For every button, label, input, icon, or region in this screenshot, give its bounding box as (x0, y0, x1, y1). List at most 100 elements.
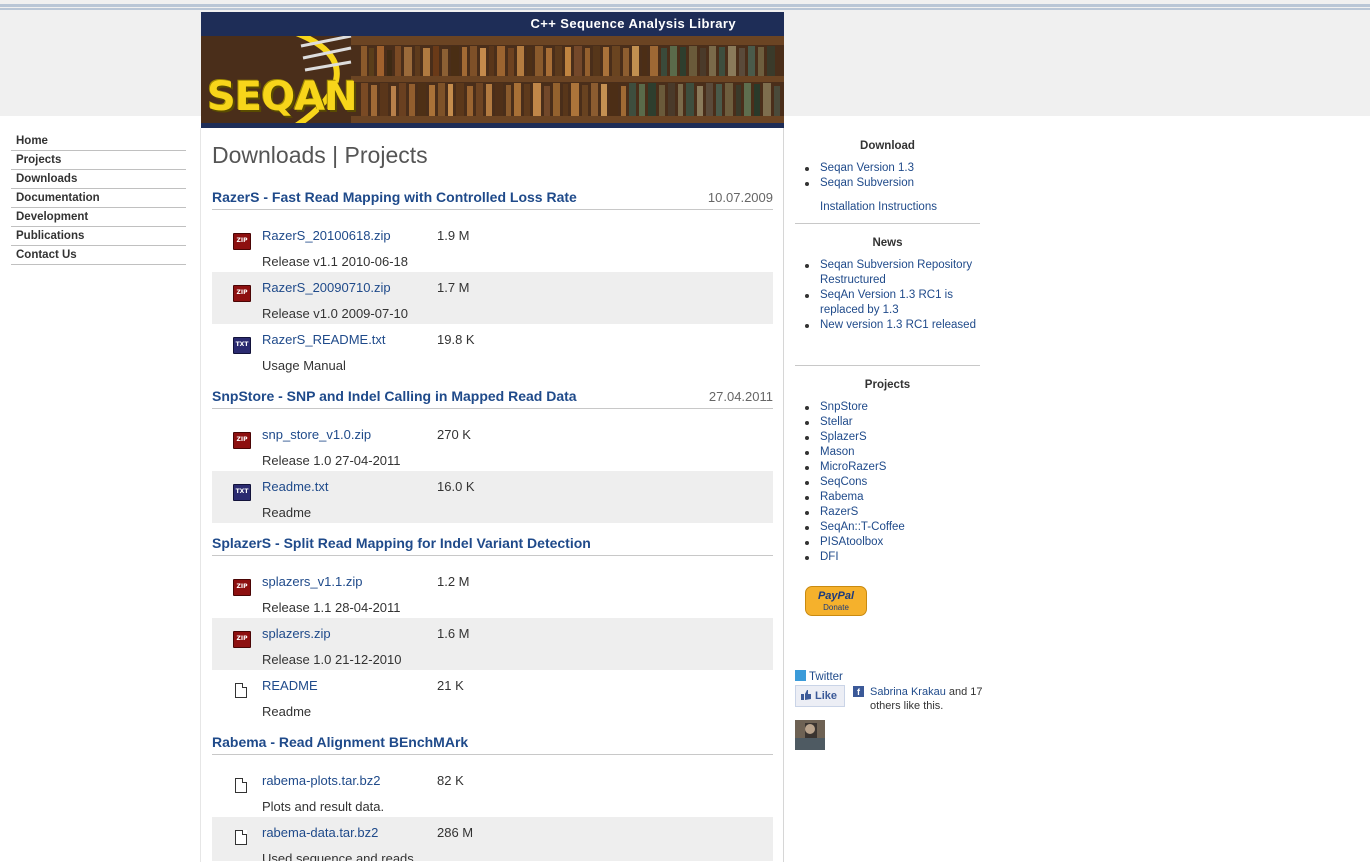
twitter-link[interactable]: Twitter (795, 670, 843, 683)
news-link[interactable]: SeqAn Version 1.3 RC1 is replaced by 1.3 (795, 288, 980, 318)
file-link[interactable]: snp_store_v1.0.zip (262, 427, 371, 442)
sidebar-divider (795, 365, 980, 366)
twitter-label: Twitter (809, 671, 843, 683)
section-header: Rabema - Read Alignment BEnchMArk (212, 732, 773, 755)
project-link[interactable]: MicroRazerS (795, 460, 980, 475)
file-description: Release v1.1 2010-06-18 (262, 254, 408, 269)
zip-icon: ZIP (233, 631, 251, 648)
facebook-social-text: Sabrina Krakau and 17 others like this. (870, 685, 990, 713)
zip-icon: ZIP (233, 233, 251, 250)
file-link[interactable]: splazers_v1.1.zip (262, 574, 362, 589)
project-link[interactable]: SeqAn::T-Coffee (795, 520, 980, 535)
txt-icon: TXT (233, 484, 251, 501)
file-size: 16.0 K (437, 479, 475, 494)
file-link[interactable]: RazerS_README.txt (262, 332, 386, 347)
project-section-splazers: SplazerS - Split Read Mapping for Indel … (212, 533, 773, 722)
facebook-friend-link[interactable]: Sabrina Krakau (870, 686, 946, 698)
project-link[interactable]: SnpStore (795, 400, 980, 415)
nav-item-contact-us[interactable]: Contact Us (11, 246, 186, 265)
avatar[interactable] (795, 720, 825, 750)
project-link[interactable]: RazerS (795, 505, 980, 520)
file-link[interactable]: RazerS_20090710.zip (262, 280, 391, 295)
nav-item-documentation[interactable]: Documentation (11, 189, 186, 208)
zip-icon: ZIP (233, 432, 251, 449)
nav-item-projects[interactable]: Projects (11, 151, 186, 170)
library-shelves-image: SEQAN (201, 28, 784, 128)
file-description: Readme (262, 505, 312, 520)
installation-instructions-link[interactable]: Installation Instructions (795, 201, 980, 213)
sidebar-link[interactable]: Seqan Version 1.3 (795, 161, 980, 176)
section-title[interactable]: Rabema - Read Alignment BEnchMArk (212, 734, 468, 750)
file-size: 1.6 M (437, 626, 470, 641)
file-link[interactable]: splazers.zip (262, 626, 331, 641)
sidebar-link[interactable]: Seqan Subversion (795, 176, 980, 191)
file-row: TXT RazerS_README.txt 19.8 K Usage Manua… (212, 324, 773, 376)
document-icon (235, 683, 247, 698)
document-icon (235, 830, 247, 845)
project-link[interactable]: SeqCons (795, 475, 980, 490)
file-description: Plots and result data. (262, 799, 385, 814)
txt-icon: TXT (233, 337, 251, 354)
content-right-border (783, 116, 784, 862)
file-row: README 21 K Readme (212, 670, 773, 722)
file-size: 19.8 K (437, 332, 475, 347)
sidebar-projects: Projects SnpStore Stellar SplazerS Mason… (795, 379, 980, 565)
file-size: 270 K (437, 427, 471, 442)
file-size: 1.7 M (437, 280, 470, 295)
seqan-logo[interactable]: SEQAN (207, 74, 358, 120)
sidebar-heading: Projects (864, 379, 911, 391)
file-link[interactable]: RazerS_20100618.zip (262, 228, 391, 243)
news-link[interactable]: Seqan Subversion Repository Restructured (795, 258, 980, 288)
site-tagline: C++ Sequence Analysis Library (530, 16, 736, 31)
section-date: 10.07.2009 (707, 190, 773, 205)
project-link[interactable]: DFI (795, 550, 980, 565)
file-row: ZIP RazerS_20100618.zip 1.9 M Release v1… (212, 220, 773, 272)
file-link[interactable]: rabema-plots.tar.bz2 (262, 773, 381, 788)
facebook-like-button[interactable]: Like (795, 685, 845, 707)
file-size: 1.9 M (437, 228, 470, 243)
file-description: Usage Manual (262, 358, 346, 373)
file-size: 21 K (437, 678, 464, 693)
section-date: 27.04.2011 (708, 389, 773, 404)
nav-item-downloads[interactable]: Downloads (11, 170, 186, 189)
news-link[interactable]: New version 1.3 RC1 released (795, 318, 980, 333)
project-link[interactable]: SplazerS (795, 430, 980, 445)
nav-item-home[interactable]: Home (11, 132, 186, 151)
nav-item-publications[interactable]: Publications (11, 227, 186, 246)
file-row: rabema-plots.tar.bz2 82 K Plots and resu… (212, 765, 773, 817)
project-link[interactable]: Stellar (795, 415, 980, 430)
banner-footer-bar (201, 123, 784, 128)
section-title[interactable]: RazerS - Fast Read Mapping with Controll… (212, 189, 577, 205)
file-row: ZIP snp_store_v1.0.zip 270 K Release 1.0… (212, 419, 773, 471)
project-section-razers: RazerS - Fast Read Mapping with Controll… (212, 187, 773, 376)
file-row: ZIP splazers_v1.1.zip 1.2 M Release 1.1 … (212, 566, 773, 618)
project-link[interactable]: Rabema (795, 490, 980, 505)
file-description: Release 1.0 27-04-2011 (262, 453, 401, 468)
like-label: Like (815, 690, 838, 702)
section-title[interactable]: SnpStore - SNP and Indel Calling in Mapp… (212, 388, 577, 404)
file-description: Used sequence and reads (262, 851, 414, 861)
sidebar-download: Download Seqan Version 1.3 Seqan Subvers… (795, 140, 980, 213)
section-header: RazerS - Fast Read Mapping with Controll… (212, 187, 773, 210)
file-description: Release v1.0 2009-07-10 (262, 306, 408, 321)
twitter-icon (795, 670, 806, 681)
file-link[interactable]: README (262, 678, 318, 693)
paypal-donate-button[interactable]: PayPal Donate (805, 586, 867, 616)
file-row: ZIP RazerS_20090710.zip 1.7 M Release v1… (212, 272, 773, 324)
zip-icon: ZIP (233, 285, 251, 302)
project-link[interactable]: Mason (795, 445, 980, 460)
document-icon (235, 778, 247, 793)
file-row: TXT Readme.txt 16.0 K Readme (212, 471, 773, 523)
project-section-rabema: Rabema - Read Alignment BEnchMArk rabema… (212, 732, 773, 861)
page-title: Downloads | Projects (212, 142, 428, 168)
nav-item-development[interactable]: Development (11, 208, 186, 227)
file-row: rabema-data.tar.bz2 286 M Used sequence … (212, 817, 773, 861)
project-link[interactable]: PISAtoolbox (795, 535, 980, 550)
file-link[interactable]: rabema-data.tar.bz2 (262, 825, 378, 840)
paypal-logo: PayPal (817, 590, 855, 602)
file-link[interactable]: Readme.txt (262, 479, 328, 494)
facebook-icon: f (853, 686, 864, 697)
sidebar-heading: News (872, 237, 903, 249)
file-description: Release 1.0 21-12-2010 (262, 652, 402, 667)
section-title[interactable]: SplazerS - Split Read Mapping for Indel … (212, 535, 591, 551)
